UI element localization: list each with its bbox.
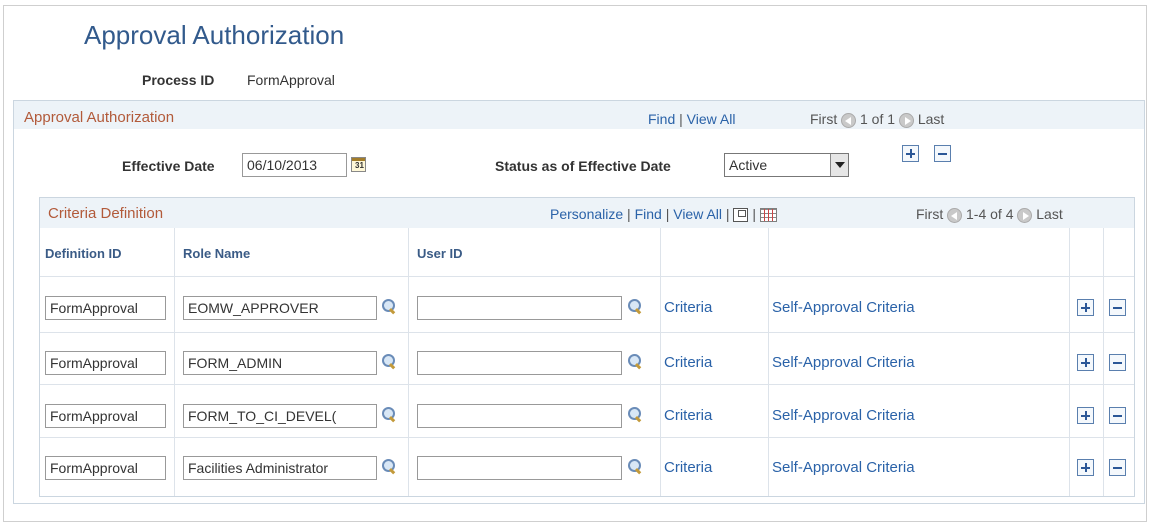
self-approval-criteria-link[interactable]: Self-Approval Criteria [772,459,915,476]
download-grid-icon[interactable] [759,208,777,223]
last-label: Last [917,111,945,127]
user-id-input[interactable] [417,351,622,375]
lookup-icon[interactable] [380,298,398,316]
criteria-link[interactable]: Criteria [664,407,712,424]
delete-row-button[interactable] [1109,459,1126,476]
grid-divider [40,437,1134,438]
self-approval-criteria-link[interactable]: Self-Approval Criteria [772,354,915,371]
last-label: Last [1036,206,1063,222]
delete-row-button[interactable] [1109,299,1126,316]
process-id-value: FormApproval [247,72,335,88]
definition-id-input[interactable] [45,456,166,480]
lookup-icon[interactable] [626,406,644,424]
lookup-icon[interactable] [380,458,398,476]
role-name-input[interactable] [183,351,377,375]
grid-divider [1069,228,1070,496]
separator: | [679,111,683,127]
criteria-link[interactable]: Criteria [664,354,712,371]
find-link[interactable]: Find [648,111,675,127]
grid-divider [40,332,1134,333]
approval-nav-links: Find | View All [648,111,735,127]
next-arrow-icon[interactable] [1017,207,1033,223]
lookup-icon[interactable] [380,406,398,424]
zoom-icon[interactable] [733,208,749,223]
effective-date-label: Effective Date [122,158,215,174]
criteria-pager: First 1-4 of 4 Last [916,206,1063,223]
calendar-icon[interactable]: 31 [351,157,366,172]
criteria-definition-grid: Criteria Definition Personalize | Find |… [39,197,1135,497]
grid-divider [174,228,175,496]
definition-id-input[interactable] [45,351,166,375]
grid-divider [1103,228,1104,496]
separator: | [665,206,670,222]
view-all-link[interactable]: View All [687,111,736,127]
next-arrow-icon[interactable] [898,112,914,128]
approval-section-header: Approval Authorization Find | View All F… [14,101,1144,129]
role-name-input[interactable] [183,296,377,320]
lookup-icon[interactable] [626,353,644,371]
role-name-input[interactable] [183,456,377,480]
status-label: Status as of Effective Date [495,158,671,174]
self-approval-criteria-link[interactable]: Self-Approval Criteria [772,299,915,316]
view-all-link[interactable]: View All [673,206,722,222]
add-row-button[interactable] [1077,299,1094,316]
lookup-icon[interactable] [626,458,644,476]
role-name-input[interactable] [183,404,377,428]
find-link[interactable]: Find [635,206,662,222]
criteria-nav-links: Personalize | Find | View All | | [550,206,777,223]
grid-divider [408,228,409,496]
grid-divider [40,384,1134,385]
grid-divider [768,228,769,496]
separator: | [752,206,756,222]
column-header-role-name: Role Name [183,246,251,261]
add-row-button[interactable] [1077,459,1094,476]
user-id-input[interactable] [417,296,622,320]
delete-row-button[interactable] [934,145,951,162]
page-frame: Approval Authorization Process ID FormAp… [3,5,1147,522]
first-label: First [810,111,838,127]
row-count: 1 of 1 [860,111,896,127]
prev-arrow-icon[interactable] [841,112,857,128]
grid-divider [660,228,661,496]
approval-section-title: Approval Authorization [24,109,175,126]
column-header-user-id: User ID [417,246,463,261]
row-count: 1-4 of 4 [966,206,1014,222]
criteria-link[interactable]: Criteria [664,299,712,316]
separator: | [627,206,631,222]
criteria-link[interactable]: Criteria [664,459,712,476]
separator: | [725,206,730,222]
lookup-icon[interactable] [626,298,644,316]
chevron-down-icon[interactable] [830,154,848,176]
status-select[interactable]: Active [724,153,849,177]
user-id-input[interactable] [417,456,622,480]
criteria-grid-title: Criteria Definition [48,205,164,222]
status-select-value: Active [729,157,768,173]
approval-pager: First 1 of 1 Last [810,111,944,128]
personalize-link[interactable]: Personalize [550,206,623,222]
lookup-icon[interactable] [380,353,398,371]
first-label: First [916,206,944,222]
add-row-button[interactable] [902,145,919,162]
prev-arrow-icon[interactable] [947,207,963,223]
effective-date-input[interactable] [242,153,347,177]
column-header-definition-id: Definition ID [45,246,122,261]
definition-id-input[interactable] [45,404,166,428]
self-approval-criteria-link[interactable]: Self-Approval Criteria [772,407,915,424]
definition-id-input[interactable] [45,296,166,320]
add-row-button[interactable] [1077,407,1094,424]
process-id-label: Process ID [142,72,215,88]
delete-row-button[interactable] [1109,407,1126,424]
grid-divider [40,276,1134,277]
criteria-grid-header: Criteria Definition Personalize | Find |… [40,198,1134,228]
page-title: Approval Authorization [84,20,345,50]
delete-row-button[interactable] [1109,354,1126,371]
approval-authorization-section: Approval Authorization Find | View All F… [13,100,1145,504]
user-id-input[interactable] [417,404,622,428]
add-row-button[interactable] [1077,354,1094,371]
